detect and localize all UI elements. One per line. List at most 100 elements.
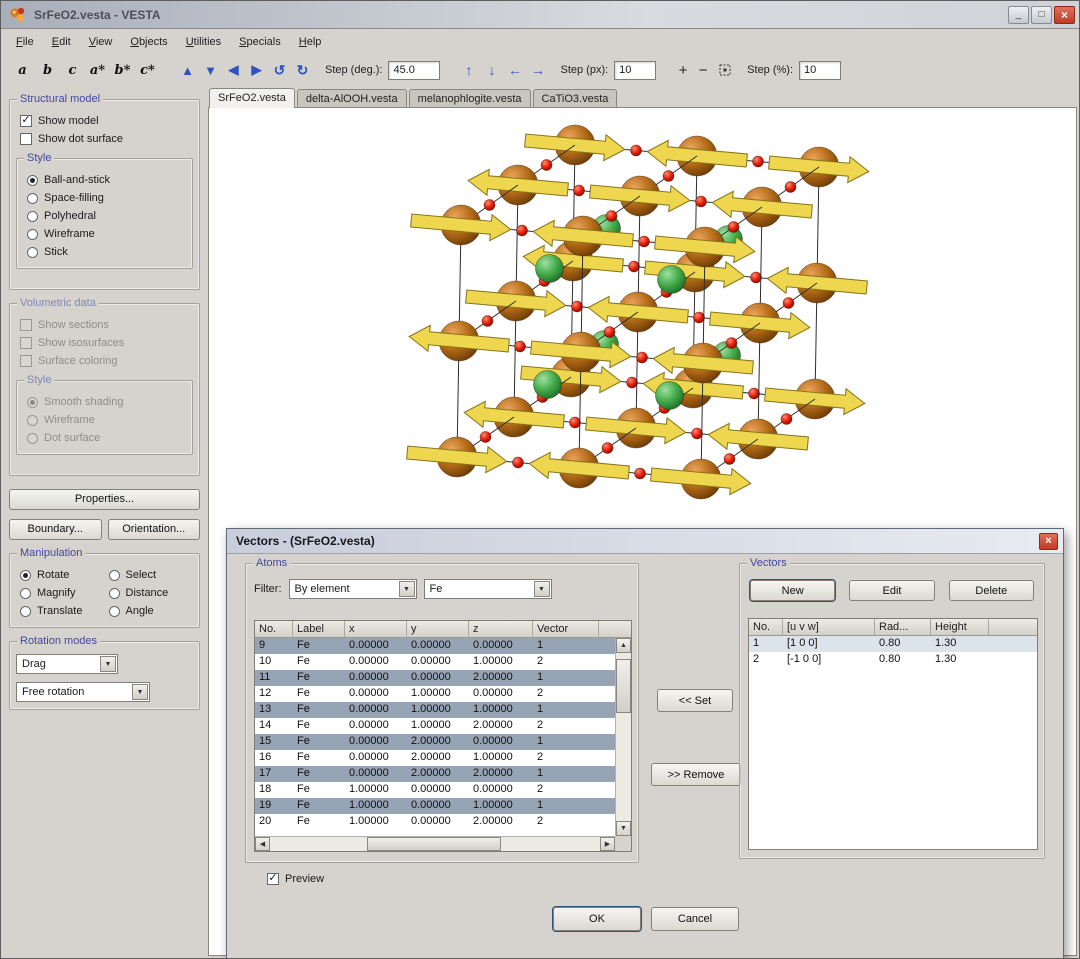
o-atom[interactable] (691, 427, 703, 440)
sr-atom[interactable] (655, 381, 684, 410)
atom-row[interactable]: 15 Fe 0.00000 2.00000 0.00000 1 (255, 734, 615, 750)
minimize-button[interactable]: _ (1008, 5, 1029, 24)
atom-row[interactable]: 9 Fe 0.00000 0.00000 0.00000 1 (255, 638, 615, 654)
style-polyhedral-radio[interactable]: Polyhedral (23, 207, 186, 225)
o-atom[interactable] (634, 467, 646, 480)
rotate-up-button[interactable]: ▲ (177, 59, 198, 81)
o-atom[interactable] (479, 431, 492, 443)
menu-utilities[interactable]: Utilities (177, 32, 230, 52)
filter-element-select[interactable]: Fe ▼ (423, 579, 552, 599)
o-atom[interactable] (601, 442, 614, 454)
style-stick-radio[interactable]: Stick (23, 243, 186, 261)
view-along-c-star-button[interactable]: c* (136, 59, 159, 81)
scrollbar-thumb[interactable] (367, 837, 501, 851)
o-atom[interactable] (748, 387, 760, 400)
move-right-button[interactable]: → (527, 59, 548, 81)
style-ball-and-stick-radio[interactable]: Ball-and-stick (23, 171, 186, 189)
o-atom[interactable] (483, 199, 496, 211)
o-atom[interactable] (514, 340, 526, 353)
menu-file[interactable]: File (7, 32, 43, 52)
step-px-input[interactable]: 10 (614, 60, 657, 80)
atom-row[interactable]: 12 Fe 0.00000 1.00000 0.00000 2 (255, 686, 615, 702)
atom-row[interactable]: 20 Fe 1.00000 0.00000 2.00000 2 (255, 814, 615, 830)
rotate-cw-button[interactable]: ↻ (292, 59, 313, 81)
style-space-filling-radio[interactable]: Space-filling (23, 189, 186, 207)
view-along-a-star-button[interactable]: a* (86, 59, 109, 81)
column-header-z[interactable]: z (469, 621, 533, 638)
menu-help[interactable]: Help (290, 32, 331, 52)
edit-vector-button[interactable]: Edit (849, 580, 935, 601)
horizontal-scrollbar[interactable]: ◀ ▶ (255, 836, 615, 851)
o-atom[interactable] (573, 184, 585, 197)
preview-checkbox[interactable]: ✓ Preview (267, 872, 324, 885)
o-atom[interactable] (626, 376, 638, 389)
rotate-ccw-button[interactable]: ↺ (269, 59, 290, 81)
menu-view[interactable]: View (80, 32, 122, 52)
menu-objects[interactable]: Objects (121, 32, 176, 52)
o-atom[interactable] (725, 337, 738, 349)
dialog-close-button[interactable]: × (1039, 532, 1058, 550)
column-header-rad[interactable]: Rad... (875, 619, 931, 636)
column-header-no[interactable]: No. (255, 621, 293, 638)
o-atom[interactable] (727, 221, 740, 233)
o-atom[interactable] (784, 181, 797, 193)
delete-vector-button[interactable]: Delete (948, 580, 1034, 601)
filter-type-select[interactable]: By element ▼ (288, 579, 417, 599)
o-atom[interactable] (540, 159, 553, 171)
manipulation-rotate-radio[interactable]: Rotate (16, 566, 105, 584)
scroll-right-button[interactable]: ▶ (600, 837, 615, 851)
set-vector-button[interactable]: << Set (657, 689, 733, 712)
show-model-checkbox[interactable]: ✓ Show model (16, 112, 193, 130)
vertical-scrollbar[interactable]: ▲ ▼ (615, 638, 631, 836)
atom-row[interactable]: 16 Fe 0.00000 2.00000 1.00000 2 (255, 750, 615, 766)
show-dot-surface-checkbox[interactable]: Show dot surface (16, 130, 193, 148)
o-atom[interactable] (569, 416, 581, 429)
view-along-b-button[interactable]: b (36, 59, 59, 81)
remove-vector-button[interactable]: >> Remove (651, 763, 741, 786)
sr-atom[interactable] (533, 370, 562, 399)
atom-row[interactable]: 19 Fe 1.00000 0.00000 1.00000 1 (255, 798, 615, 814)
o-atom[interactable] (780, 413, 793, 425)
column-header-label[interactable]: Label (293, 621, 345, 638)
menu-specials[interactable]: Specials (230, 32, 290, 52)
cancel-button[interactable]: Cancel (651, 907, 739, 931)
properties-button[interactable]: Properties... (9, 489, 200, 510)
column-header-vector[interactable]: Vector (533, 621, 599, 638)
close-button[interactable]: × (1054, 5, 1075, 24)
new-vector-button[interactable]: New (750, 580, 836, 601)
rotate-right-button[interactable]: ▶ (246, 59, 267, 81)
zoom-out-button[interactable]: − (694, 62, 712, 79)
o-atom[interactable] (571, 300, 583, 313)
vector-row[interactable]: 1 [1 0 0] 0.80 1.30 (749, 636, 1037, 652)
manipulation-distance-radio[interactable]: Distance (105, 584, 194, 602)
column-header-y[interactable]: y (407, 621, 469, 638)
o-atom[interactable] (605, 210, 618, 222)
manipulation-translate-radio[interactable]: Translate (16, 602, 105, 620)
vector-row[interactable]: 2 [-1 0 0] 0.80 1.30 (749, 652, 1037, 668)
o-atom[interactable] (516, 224, 528, 237)
view-along-a-button[interactable]: a (11, 59, 34, 81)
column-header-uvw[interactable]: [u v w] (783, 619, 875, 636)
rotate-down-button[interactable]: ▼ (200, 59, 221, 81)
maximize-button[interactable]: □ (1031, 5, 1052, 24)
tab-melanophlogite.vesta[interactable]: melanophlogite.vesta (408, 89, 531, 107)
rotation-type-select[interactable]: Free rotation ▼ (16, 682, 150, 702)
sr-atom[interactable] (657, 265, 686, 294)
boundary-button[interactable]: Boundary... (9, 519, 102, 540)
move-left-button[interactable]: ← (504, 59, 525, 81)
step-pct-input[interactable]: 10 (799, 60, 842, 80)
tab-delta-AlOOH.vesta[interactable]: delta-AlOOH.vesta (296, 89, 407, 107)
move-down-button[interactable]: ↓ (481, 59, 502, 81)
o-atom[interactable] (782, 297, 795, 309)
o-atom[interactable] (481, 315, 494, 327)
o-atom[interactable] (752, 155, 764, 168)
sr-atom[interactable] (535, 254, 564, 283)
atom-row[interactable]: 11 Fe 0.00000 0.00000 2.00000 1 (255, 670, 615, 686)
move-up-button[interactable]: ↑ (458, 59, 479, 81)
o-atom[interactable] (662, 170, 675, 182)
style-wireframe-radio[interactable]: Wireframe (23, 225, 186, 243)
o-atom[interactable] (638, 235, 650, 248)
o-atom[interactable] (512, 456, 524, 469)
manipulation-select-radio[interactable]: Select (105, 566, 194, 584)
atom-row[interactable]: 18 Fe 1.00000 0.00000 0.00000 2 (255, 782, 615, 798)
